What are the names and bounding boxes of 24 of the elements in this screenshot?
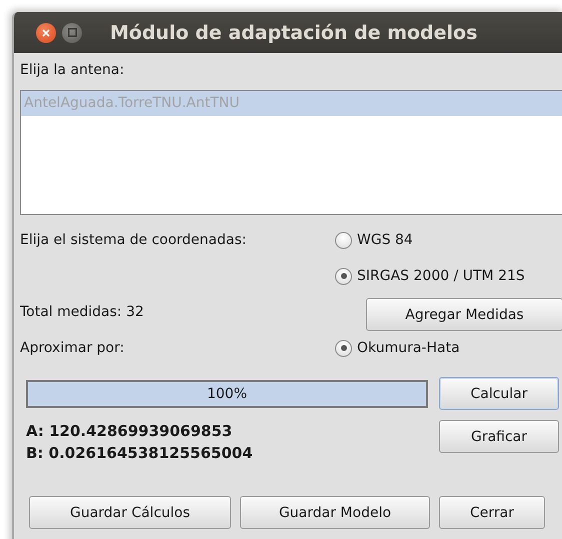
calculate-button[interactable]: Calcular [439,377,559,410]
radio-option[interactable]: SIRGAS 2000 / UTM 21S [335,264,562,288]
action-button[interactable]: Guardar Modelo [240,496,430,529]
radio-option[interactable]: Okumura-Hata [335,336,562,360]
maximize-button[interactable] [62,22,82,42]
radio-option[interactable]: WGS 84 [335,228,562,252]
plot-button[interactable]: Graficar [439,420,559,453]
add-measurements-button[interactable]: Agregar Medidas [366,298,562,331]
square-icon [68,28,76,37]
action-button[interactable]: Cerrar [439,496,545,529]
close-button[interactable] [36,22,56,42]
total-measurements-label: Total medidas: 32 [20,303,144,321]
radio-button[interactable] [335,232,352,248]
coordinate-label: Elija el sistema de coordenadas: [20,231,246,249]
action-button[interactable]: Guardar Cálculos [29,496,231,529]
antenna-label: Elija la antena: [20,61,126,79]
result-text: A: 120.42869939069853 [26,421,234,442]
approximation-label: Aproximar por: [20,339,124,357]
close-icon [42,28,50,36]
radio-button[interactable] [335,340,352,356]
progress-text: 100% [206,384,248,402]
result-text: B: 0.026164538125565004 [26,443,254,464]
window-title: Módulo de adaptación de modelos [110,22,478,44]
radio-button[interactable] [335,268,352,284]
